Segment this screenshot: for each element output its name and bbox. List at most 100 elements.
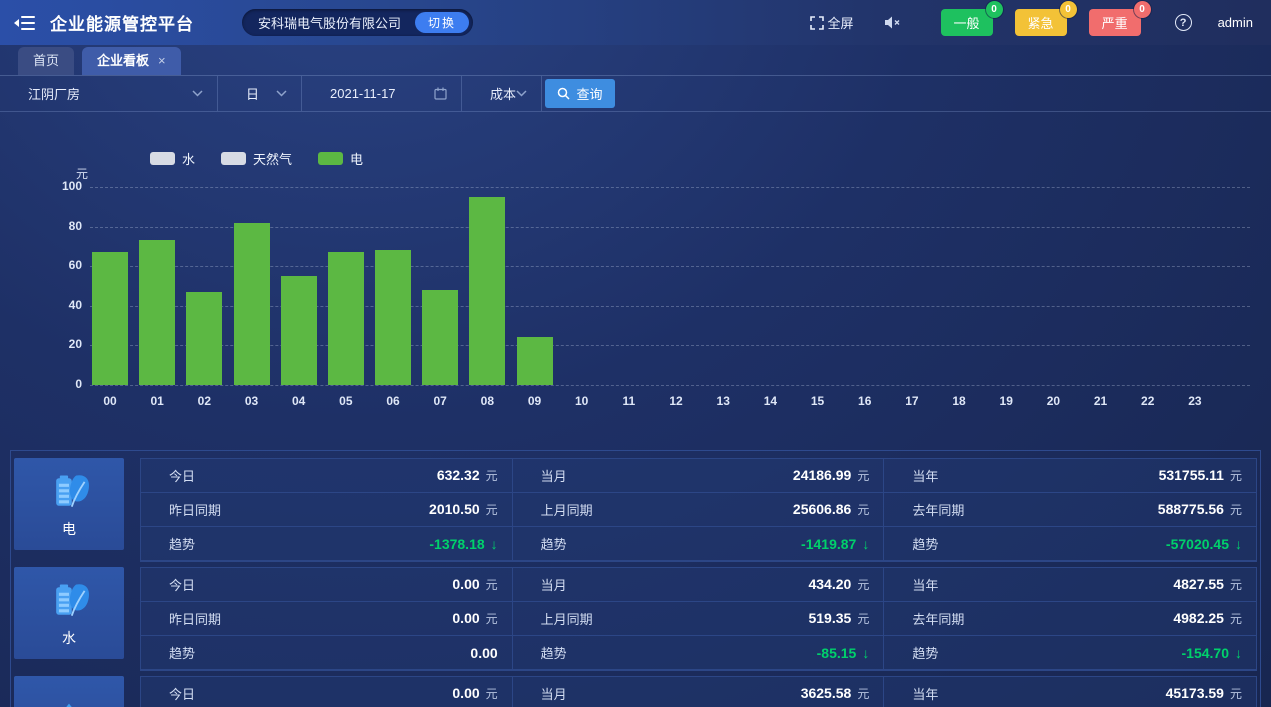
stat-cell: 趋势-1419.87↓ — [513, 527, 885, 561]
stat-cell-unit: 元 — [857, 610, 869, 627]
alarm-severe-button[interactable]: 严重 0 — [1089, 9, 1141, 36]
y-axis-tick-label: 20 — [38, 337, 82, 351]
stat-cell: 上月同期519.35元 — [513, 602, 885, 636]
x-axis-tick-label: 16 — [845, 394, 885, 408]
collapse-menu-icon[interactable] — [14, 14, 36, 32]
energy-stats-panel: 电今日632.32元当月24186.99元当年531755.11元昨日同期201… — [10, 450, 1261, 707]
stat-cell-label: 当年 — [912, 575, 938, 594]
legend-swatch — [150, 152, 175, 165]
fullscreen-button[interactable]: 全屏 — [810, 13, 854, 32]
stat-cell-label: 当月 — [541, 684, 567, 703]
stat-cell: 当年45173.59元 — [884, 677, 1256, 707]
stat-cell-value: 632.32 — [437, 467, 480, 483]
stat-cell-value: 0.00 — [470, 645, 497, 661]
battery-leaf-icon — [47, 579, 91, 623]
stat-cell-unit: 元 — [1230, 576, 1242, 593]
stat-cell-unit: 元 — [1230, 610, 1242, 627]
alarm-buttons: 一般 0 紧急 0 严重 0 — [941, 9, 1141, 36]
chevron-down-icon — [276, 90, 287, 97]
fullscreen-label: 全屏 — [828, 13, 854, 32]
tab-home[interactable]: 首页 — [18, 47, 74, 75]
bar-电-07 — [422, 290, 458, 385]
x-axis-tick-label: 14 — [750, 394, 790, 408]
x-axis-tick-label: 15 — [798, 394, 838, 408]
fullscreen-icon — [810, 16, 824, 30]
bar-电-04 — [281, 276, 317, 385]
stat-cell-label: 趋势 — [169, 643, 195, 662]
site-select[interactable]: 江阴厂房 — [0, 76, 218, 111]
stat-cell-unit: 元 — [486, 501, 498, 518]
trend-down-icon: ↓ — [491, 536, 498, 552]
x-axis-tick-label: 18 — [939, 394, 979, 408]
stat-cell: 趋势-1378.18↓ — [141, 527, 513, 561]
alarm-general-badge: 0 — [986, 1, 1003, 18]
chevron-down-icon — [192, 90, 203, 97]
switch-company-button[interactable]: 切换 — [415, 12, 469, 33]
trend-down-icon: ↓ — [1235, 536, 1242, 552]
battery-leaf-icon — [47, 470, 91, 514]
date-picker[interactable]: 2021-11-17 — [302, 76, 462, 111]
stat-cell-label: 昨日同期 — [169, 500, 221, 519]
bar-电-09 — [517, 337, 553, 385]
legend-item-electricity[interactable]: 电 — [318, 149, 363, 168]
x-axis-tick-label: 12 — [656, 394, 696, 408]
x-axis-tick-label: 03 — [232, 394, 272, 408]
stat-cell-label: 当年 — [912, 466, 938, 485]
mute-speaker-icon[interactable] — [884, 15, 901, 30]
gridline — [90, 187, 1250, 188]
close-tab-icon[interactable]: × — [158, 53, 166, 68]
stat-cell: 当月434.20元 — [513, 568, 885, 602]
bar-电-02 — [186, 292, 222, 385]
legend-swatch — [318, 152, 343, 165]
stat-cell-unit: 元 — [857, 685, 869, 702]
x-axis-tick-label: 01 — [137, 394, 177, 408]
stat-cell-value: 0.00 — [452, 685, 479, 701]
x-axis-tick-label: 08 — [467, 394, 507, 408]
alarm-severe-badge: 0 — [1134, 1, 1151, 18]
y-axis-tick-label: 40 — [38, 298, 82, 312]
x-axis-tick-label: 07 — [420, 394, 460, 408]
stat-cell-label: 上月同期 — [541, 609, 593, 628]
alarm-urgent-button[interactable]: 紧急 0 — [1015, 9, 1067, 36]
bar-电-01 — [139, 240, 175, 385]
metric-select[interactable]: 成本 — [462, 76, 542, 111]
x-axis-tick-label: 21 — [1081, 394, 1121, 408]
stat-cell-value: 3625.58 — [801, 685, 852, 701]
stat-cell: 今日0.00元 — [141, 677, 513, 707]
alarm-general-button[interactable]: 一般 0 — [941, 9, 993, 36]
legend-item-gas[interactable]: 天然气 — [221, 149, 292, 168]
stat-cell-label: 当月 — [541, 466, 567, 485]
stat-cell-value: -57020.45 — [1166, 536, 1229, 552]
x-axis-tick-label: 19 — [986, 394, 1026, 408]
x-axis-tick-label: 00 — [90, 394, 130, 408]
x-axis-tick-label: 20 — [1033, 394, 1073, 408]
stat-cell: 上月同期25606.86元 — [513, 493, 885, 527]
filter-bar: 江阴厂房 日 2021-11-17 成本 查询 — [0, 76, 1271, 112]
stat-cell-value: 434.20 — [808, 576, 851, 592]
query-button[interactable]: 查询 — [545, 79, 615, 108]
trend-down-icon: ↓ — [862, 536, 869, 552]
stat-cell: 趋势-57020.45↓ — [884, 527, 1256, 561]
trend-down-icon: ↓ — [862, 645, 869, 661]
stat-cell-value: 4827.55 — [1173, 576, 1224, 592]
legend-item-water[interactable]: 水 — [150, 149, 195, 168]
period-select[interactable]: 日 — [218, 76, 302, 111]
stat-cell-label: 趋势 — [169, 534, 195, 553]
stat-cell-value: -85.15 — [817, 645, 857, 661]
search-icon — [557, 87, 570, 100]
alarm-urgent-badge: 0 — [1060, 1, 1077, 18]
stat-cell: 趋势-154.70↓ — [884, 636, 1256, 670]
bar-电-08 — [469, 197, 505, 385]
stat-cell-value: 531755.11 — [1159, 467, 1224, 483]
y-axis-tick-label: 100 — [38, 179, 82, 193]
y-axis-tick-label: 60 — [38, 258, 82, 272]
gridline — [90, 385, 1250, 386]
tab-enterprise-dashboard[interactable]: 企业看板× — [82, 47, 181, 75]
company-selector[interactable]: 安科瑞电气股份有限公司 切换 — [242, 9, 473, 36]
stat-cell-unit: 元 — [857, 467, 869, 484]
help-icon[interactable]: ? — [1175, 14, 1192, 31]
stat-cell-label: 上月同期 — [541, 500, 593, 519]
user-menu[interactable]: admin — [1218, 15, 1253, 30]
stat-cell-value: 0.00 — [452, 576, 479, 592]
app-header: 企业能源管控平台 安科瑞电气股份有限公司 切换 全屏 一般 — [0, 0, 1271, 45]
